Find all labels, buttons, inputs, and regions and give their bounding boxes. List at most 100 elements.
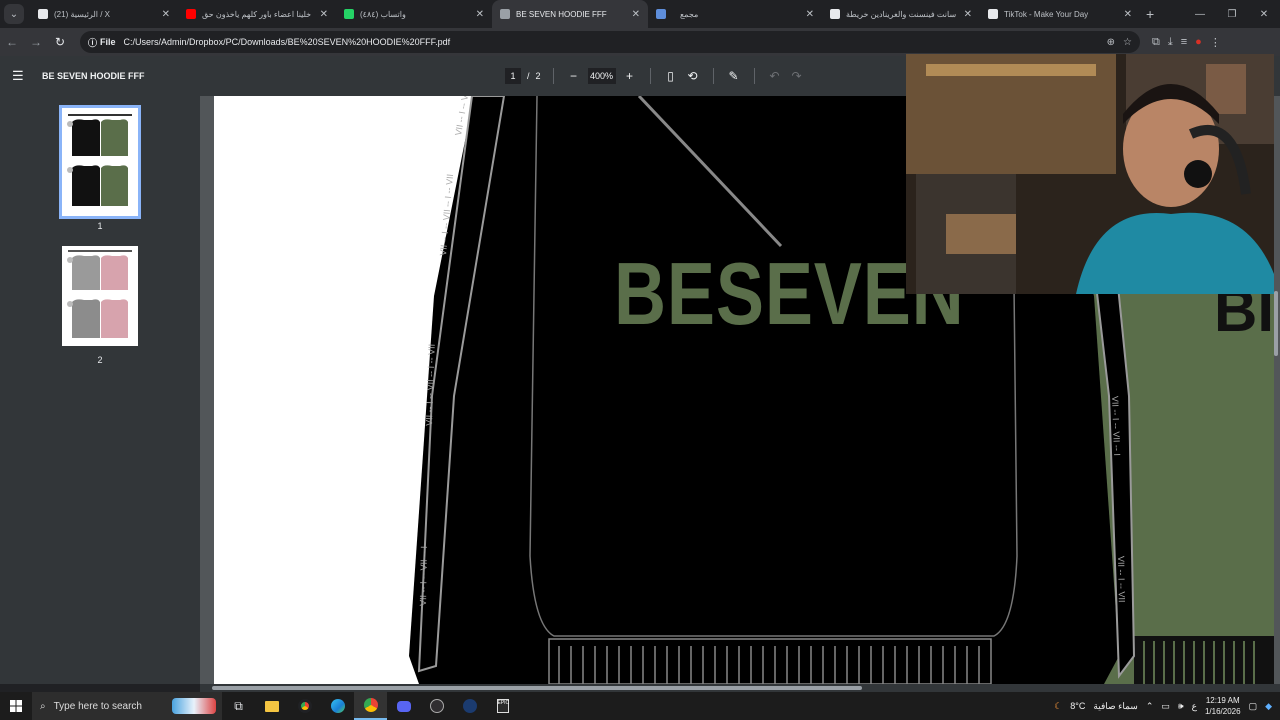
browser-tab[interactable]: TikTok - Make Your Day ✕ [980, 0, 1140, 28]
zoom-in-button[interactable]: + [622, 69, 638, 83]
google-icon [830, 9, 840, 19]
discord-icon[interactable] [387, 692, 420, 720]
url-text: C:/Users/Admin/Dropbox/PC/Downloads/BE%2… [123, 37, 451, 47]
reload-icon[interactable]: ↻ [48, 30, 72, 54]
zoom-level-input[interactable]: 400% [587, 68, 616, 84]
webcam-feed-image [906, 54, 1274, 294]
toolbar-actions: ⧉ ⤓ ≡ ● ⋮ [1152, 36, 1221, 49]
tab-title: سانت فينسنت والغرينادين خريطة [846, 9, 957, 19]
volume-icon[interactable]: 🕪 [1178, 701, 1184, 712]
new-tab-button[interactable]: + [1146, 6, 1154, 22]
tab-close-icon[interactable]: ✕ [964, 9, 972, 20]
language-indicator[interactable]: ع [1192, 701, 1197, 712]
fit-page-icon[interactable]: ▯ [663, 69, 679, 83]
tray-chevron-icon[interactable]: ⌃ [1146, 701, 1154, 712]
forward-arrow-icon[interactable]: → [24, 30, 48, 54]
tab-title: (٤٨٤) واتساب [360, 9, 406, 19]
edge-icon[interactable] [321, 692, 354, 720]
x-logo-icon [38, 9, 48, 19]
tab-close-icon[interactable]: ✕ [162, 9, 170, 20]
undo-icon[interactable]: ↶ [767, 69, 783, 83]
page-number-input[interactable]: 1 [505, 68, 521, 84]
file-explorer-icon[interactable] [255, 692, 288, 720]
extensions-icon[interactable]: ⧉ [1152, 36, 1160, 49]
page-thumbnail-1[interactable] [59, 105, 141, 219]
browser-tab[interactable]: BE SEVEN HOODIE FFF ✕ [492, 0, 648, 28]
tab-search-button[interactable]: ⌄ [4, 4, 24, 24]
hamburger-menu-icon[interactable]: ☰ [12, 68, 32, 84]
youtube-icon [186, 9, 196, 19]
chrome-icon[interactable] [288, 692, 321, 720]
document-title: BE SEVEN HOODIE FFF [42, 71, 145, 81]
download-icon[interactable]: ⤓ [1168, 36, 1173, 49]
scheme-label: File [100, 37, 116, 47]
svg-text:VII -- I -- VII -- I: VII -- I -- VII -- I [1110, 396, 1122, 456]
svg-text:VII -- I -- VII: VII -- I -- VII [1116, 556, 1127, 603]
total-pages: 2 [535, 71, 541, 81]
browser-tab[interactable]: (٤٨٤) واتساب ✕ [336, 0, 492, 28]
notifications-icon[interactable]: ▢ [1249, 701, 1258, 712]
start-button[interactable] [0, 700, 32, 712]
shopify-icon [656, 9, 666, 19]
thumbnail-label-1: 1 [97, 221, 103, 231]
more-menu-icon[interactable]: ⋮ [1210, 36, 1221, 49]
divider [649, 68, 651, 84]
tab-strip: ⌄ (21) الرئيسية / X ✕ خلينا اعضاء باور كله… [0, 0, 1280, 28]
annotate-icon[interactable]: ✎ [726, 69, 742, 83]
tab-close-icon[interactable]: ✕ [1124, 9, 1132, 20]
page-separator: / [527, 71, 530, 81]
copilot-icon[interactable]: ◆ [1265, 701, 1272, 712]
chrome-active-icon[interactable] [354, 692, 387, 720]
pdf-controls: 1 / 2 − 400% + ▯ ⟲ ✎ ↶ ↷ [505, 56, 805, 96]
redo-icon[interactable]: ↷ [789, 69, 805, 83]
rotate-icon[interactable]: ⟲ [685, 69, 701, 83]
browser-tab[interactable]: خلينا اعضاء باور كلهم ياخذون حق ✕ [178, 0, 336, 28]
site-info-chip[interactable]: ⓘ File [88, 36, 116, 49]
tab-title: BE SEVEN HOODIE FFF [516, 9, 607, 19]
zoom-icon[interactable]: ⊕ [1107, 37, 1115, 48]
back-arrow-icon[interactable]: ← [0, 30, 24, 54]
zoom-out-button[interactable]: − [566, 69, 582, 83]
divider [712, 68, 714, 84]
tab-close-icon[interactable]: ✕ [632, 9, 640, 20]
globe-icon [500, 9, 510, 19]
task-view-icon[interactable]: ⧉ [222, 692, 255, 720]
minimize-icon[interactable]: — [1184, 0, 1216, 28]
clock[interactable]: 12:19 AM 1/16/2026 [1205, 695, 1241, 717]
tab-close-icon[interactable]: ✕ [476, 9, 484, 20]
address-bar[interactable]: ⓘ File C:/Users/Admin/Dropbox/PC/Downloa… [80, 31, 1140, 53]
tab-title: خلينا اعضاء باور كلهم ياخذون حق [202, 9, 312, 19]
clock-time: 12:19 AM [1205, 696, 1240, 705]
bookmark-star-icon[interactable]: ☆ [1123, 37, 1132, 48]
scroll-thumb[interactable] [212, 686, 862, 690]
network-icon[interactable]: ▭ [1161, 701, 1170, 712]
page-thumbnail-2[interactable] [62, 246, 138, 346]
weather-icon[interactable]: ☾ [1054, 701, 1062, 712]
tab-close-icon[interactable]: ✕ [806, 9, 814, 20]
search-icon: ⌕ [40, 700, 46, 712]
restore-icon[interactable]: ❐ [1216, 0, 1248, 28]
browser-tab[interactable]: سانت فينسنت والغرينادين خريطة ✕ [822, 0, 980, 28]
webcam-overlay [906, 54, 1274, 294]
browser-tab[interactable]: (21) الرئيسية / X ✕ [30, 0, 178, 28]
obs-icon[interactable] [420, 692, 453, 720]
thumbnail-sidebar: 1 2 [0, 96, 200, 684]
taskbar-search-box[interactable]: ⌕ Type here to search [32, 692, 222, 720]
search-placeholder: Type here to search [53, 700, 142, 712]
svg-text:VII -- I -- VII -- I: VII -- I -- VII -- I [418, 546, 429, 606]
tab-title: (21) الرئيسية / X [54, 9, 111, 19]
browser-tab[interactable]: مجمع ✕ [672, 0, 822, 28]
clock-date: 1/16/2026 [1204, 707, 1241, 716]
tab-title: مجمع [680, 9, 699, 19]
epic-games-icon[interactable]: EPIC [486, 692, 519, 720]
steam-icon[interactable] [453, 692, 486, 720]
profile-avatar[interactable]: ● [1195, 36, 1202, 49]
media-control-icon[interactable]: ≡ [1181, 36, 1187, 49]
close-window-icon[interactable]: ✕ [1248, 0, 1280, 28]
tab-close-icon[interactable]: ✕ [320, 9, 328, 20]
scroll-thumb[interactable] [1274, 291, 1278, 356]
browser-tab[interactable] [648, 0, 672, 28]
divider [753, 68, 755, 84]
whatsapp-icon [344, 9, 354, 19]
horizontal-scrollbar[interactable] [200, 684, 1280, 692]
